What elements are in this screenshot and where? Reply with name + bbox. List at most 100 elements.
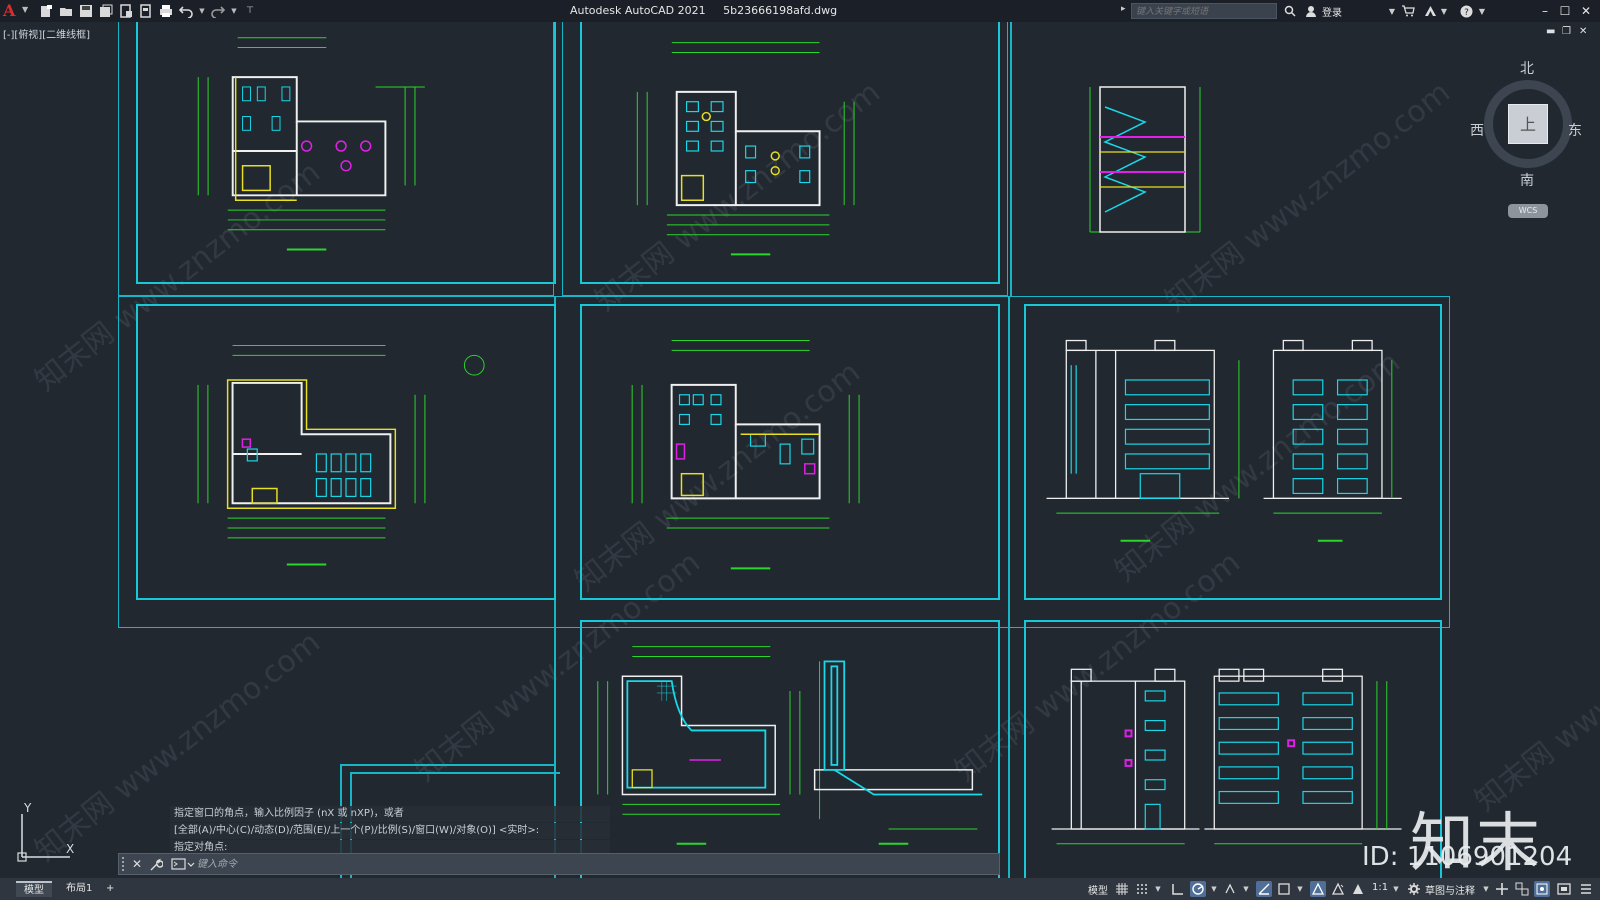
a360-dropdown-icon[interactable]: ▼ (1436, 3, 1452, 19)
ucs-y-label: Y (23, 802, 32, 815)
drawing-minimize-button[interactable]: ▬ (1546, 26, 1555, 37)
roof-plan-drawing (597, 646, 983, 845)
object-snap-icon[interactable] (1276, 881, 1292, 897)
login-label[interactable]: 登录 (1322, 4, 1342, 19)
new-file-icon[interactable] (38, 3, 54, 19)
grid-icon[interactable] (1114, 881, 1130, 897)
file-name: 5b23666198afd.dwg (723, 4, 838, 17)
workspace-dropdown-icon[interactable]: ▼ (1478, 881, 1494, 897)
wrench-icon[interactable] (149, 857, 164, 876)
ortho-icon[interactable] (1170, 881, 1186, 897)
floor-plan-drawing (631, 340, 860, 570)
workspace-label[interactable]: 草图与注释 (1425, 882, 1475, 897)
drawing-close-button[interactable]: ✕ (1579, 26, 1587, 37)
drawing-stair-section[interactable] (1085, 82, 1215, 262)
plot-icon[interactable] (158, 3, 174, 19)
login-dropdown-icon[interactable]: ▼ (1384, 3, 1400, 19)
model-space-label[interactable]: 模型 (1088, 882, 1108, 897)
workspace-gear-icon[interactable] (1406, 881, 1422, 897)
fullscreen-icon[interactable] (1556, 881, 1572, 897)
command-line-close-icon[interactable]: ✕ (132, 857, 142, 871)
auto-scale-icon[interactable] (1330, 881, 1346, 897)
ucs-icon: Y X (14, 801, 84, 872)
compass-west-label[interactable]: 西 (1470, 120, 1484, 140)
object-snap-dropdown-icon[interactable]: ▼ (1292, 881, 1308, 897)
floor-plan-drawing (636, 42, 855, 256)
redo-icon[interactable] (210, 3, 226, 19)
sheet-divider-line (350, 772, 560, 774)
open-file-icon[interactable] (58, 3, 74, 19)
help-dropdown-icon[interactable]: ▼ (1474, 3, 1490, 19)
user-icon[interactable] (1303, 3, 1319, 19)
object-snap-tracking-icon[interactable] (1256, 881, 1272, 897)
tab-layout1[interactable]: 布局1 (58, 881, 100, 897)
annotation-scale-icon[interactable] (1350, 881, 1366, 897)
polar-dropdown-icon[interactable]: ▼ (1206, 881, 1222, 897)
search-expand-icon[interactable]: ▸ (1121, 4, 1126, 14)
scale-dropdown-icon[interactable]: ▼ (1388, 881, 1404, 897)
search-icon[interactable] (1282, 3, 1298, 19)
save-as-icon[interactable] (98, 3, 114, 19)
snap-dropdown-icon[interactable]: ▼ (1150, 881, 1166, 897)
units-icon[interactable] (1514, 881, 1530, 897)
drawing-sheet-elevation[interactable] (1024, 620, 1442, 878)
recent-commands-icon[interactable] (171, 856, 195, 872)
maximize-button[interactable]: ☐ (1556, 2, 1574, 20)
quick-access-toolbar: ▼ ▼ ⊤ (38, 3, 258, 19)
app-menu-caret-icon[interactable]: ▼ (22, 5, 28, 14)
search-input[interactable] (1131, 3, 1277, 19)
drawing-sheet-floor-plan[interactable] (136, 304, 556, 600)
svg-text:?: ? (1464, 8, 1469, 18)
wcs-menu-button[interactable]: WCS (1508, 204, 1548, 218)
annotation-monitor-icon[interactable] (1494, 881, 1510, 897)
compass-north-label[interactable]: 北 (1520, 58, 1534, 78)
drawing-sheet-floor-plan[interactable] (580, 304, 1000, 600)
save-icon[interactable] (78, 3, 94, 19)
undo-dropdown-icon[interactable]: ▼ (198, 3, 206, 19)
annotation-visibility-icon[interactable] (1310, 881, 1326, 897)
brand-id: ID: 1106901204 (1362, 842, 1573, 872)
command-history-line: [全部(A)/中心(C)/动态(D)/范围(E)/上一个(P)/比例(S)/窗口… (170, 823, 610, 839)
drawing-sheet-floor-plan[interactable] (136, 22, 556, 284)
minimize-button[interactable]: – (1536, 2, 1554, 20)
drawing-sheet-roof-plan[interactable] (580, 620, 1000, 878)
customize-qat-icon[interactable]: ⊤ (242, 3, 258, 19)
command-line[interactable]: ✕ (118, 853, 1000, 875)
snap-mode-icon[interactable] (1134, 881, 1150, 897)
viewcube[interactable]: 上 北 南 东 西 WCS (1470, 58, 1588, 218)
viewcube-top-face[interactable]: 上 (1508, 104, 1548, 144)
polar-tracking-icon[interactable] (1190, 881, 1206, 897)
customize-menu-icon[interactable] (1578, 881, 1594, 897)
close-button[interactable]: ✕ (1577, 2, 1595, 20)
autocad-window: A ▼ ▼ ▼ ⊤ Autodesk AutoCAD 2021 5b236661… (0, 0, 1600, 900)
isodraft-icon[interactable] (1222, 881, 1238, 897)
compass-east-label[interactable]: 东 (1568, 120, 1582, 140)
ucs-x-label: X (66, 842, 74, 856)
help-icon[interactable]: ? (1458, 3, 1474, 19)
elevation-drawing (1046, 339, 1402, 542)
annotation-scale-label[interactable]: 1:1 (1372, 882, 1388, 893)
watermark-text: 知末网 www.znzmo.com (1468, 574, 1600, 819)
isolate-objects-icon[interactable] (1534, 881, 1550, 897)
isodraft-dropdown-icon[interactable]: ▼ (1238, 881, 1254, 897)
undo-icon[interactable] (178, 3, 194, 19)
tab-model[interactable]: 模型 (16, 881, 52, 897)
save-web-icon[interactable] (138, 3, 154, 19)
drawing-viewport[interactable]: [-][俯视][二维线框] ▬ ❐ ✕ 知末网 www.znzmo.com 知末… (0, 22, 1600, 878)
redo-dropdown-icon[interactable]: ▼ (230, 3, 238, 19)
sheet-divider-line (340, 764, 554, 766)
drawing-sheet-elevation[interactable] (1024, 304, 1442, 600)
add-layout-button[interactable]: + (98, 881, 122, 897)
compass-south-label[interactable]: 南 (1520, 170, 1534, 190)
open-web-icon[interactable] (118, 3, 134, 19)
command-line-grip-handle[interactable] (122, 857, 126, 871)
app-name: Autodesk AutoCAD 2021 (570, 4, 706, 17)
autocad-logo-icon[interactable]: A (3, 1, 19, 20)
drawing-sheet-floor-plan[interactable] (580, 22, 1000, 284)
drawing-restore-button[interactable]: ❐ (1562, 26, 1571, 37)
command-history-line: 指定窗口的角点，输入比例因子 (nX 或 nXP)，或者 (170, 806, 610, 822)
viewport-controls-label[interactable]: [-][俯视][二维线框] (3, 26, 90, 41)
status-bar: 模型 布局1 + 模型 ▼ ▼ ▼ ▼ 1:1 ▼ 草图与注释 ▼ (0, 878, 1600, 900)
command-input[interactable] (197, 856, 987, 872)
cart-icon[interactable] (1400, 3, 1416, 19)
